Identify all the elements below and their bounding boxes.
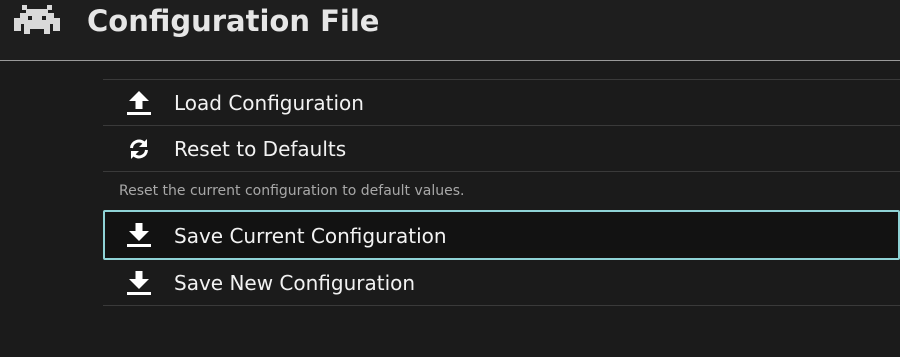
header-bar: Configuration File <box>0 0 900 61</box>
menu-item-label: Load Configuration <box>174 91 364 115</box>
sublabel-text: Reset the current configuration to defau… <box>119 183 465 199</box>
refresh-icon <box>130 139 148 159</box>
upload-icon <box>127 91 151 115</box>
download-icon <box>127 223 151 247</box>
menu-item-label: Save New Configuration <box>174 271 416 295</box>
menu-item-reset-to-defaults[interactable]: Reset to Defaults <box>103 126 900 171</box>
download-icon <box>127 271 151 295</box>
menu-item-sublabel: Reset the current configuration to defau… <box>103 172 900 210</box>
menu-item-label: Reset to Defaults <box>174 137 347 161</box>
menu-item-save-current-configuration[interactable]: Save Current Configuration <box>103 210 900 260</box>
menu-list: Load Configuration Reset to Defaults Res… <box>103 79 900 306</box>
menu-item-label: Save Current Configuration <box>174 224 447 248</box>
menu-divider <box>103 305 900 306</box>
header-divider <box>0 60 900 61</box>
page-title: Configuration File <box>87 4 380 38</box>
retroarch-invader-icon <box>14 5 60 34</box>
menu-item-save-new-configuration[interactable]: Save New Configuration <box>103 260 900 305</box>
menu-item-load-configuration[interactable]: Load Configuration <box>103 80 900 125</box>
